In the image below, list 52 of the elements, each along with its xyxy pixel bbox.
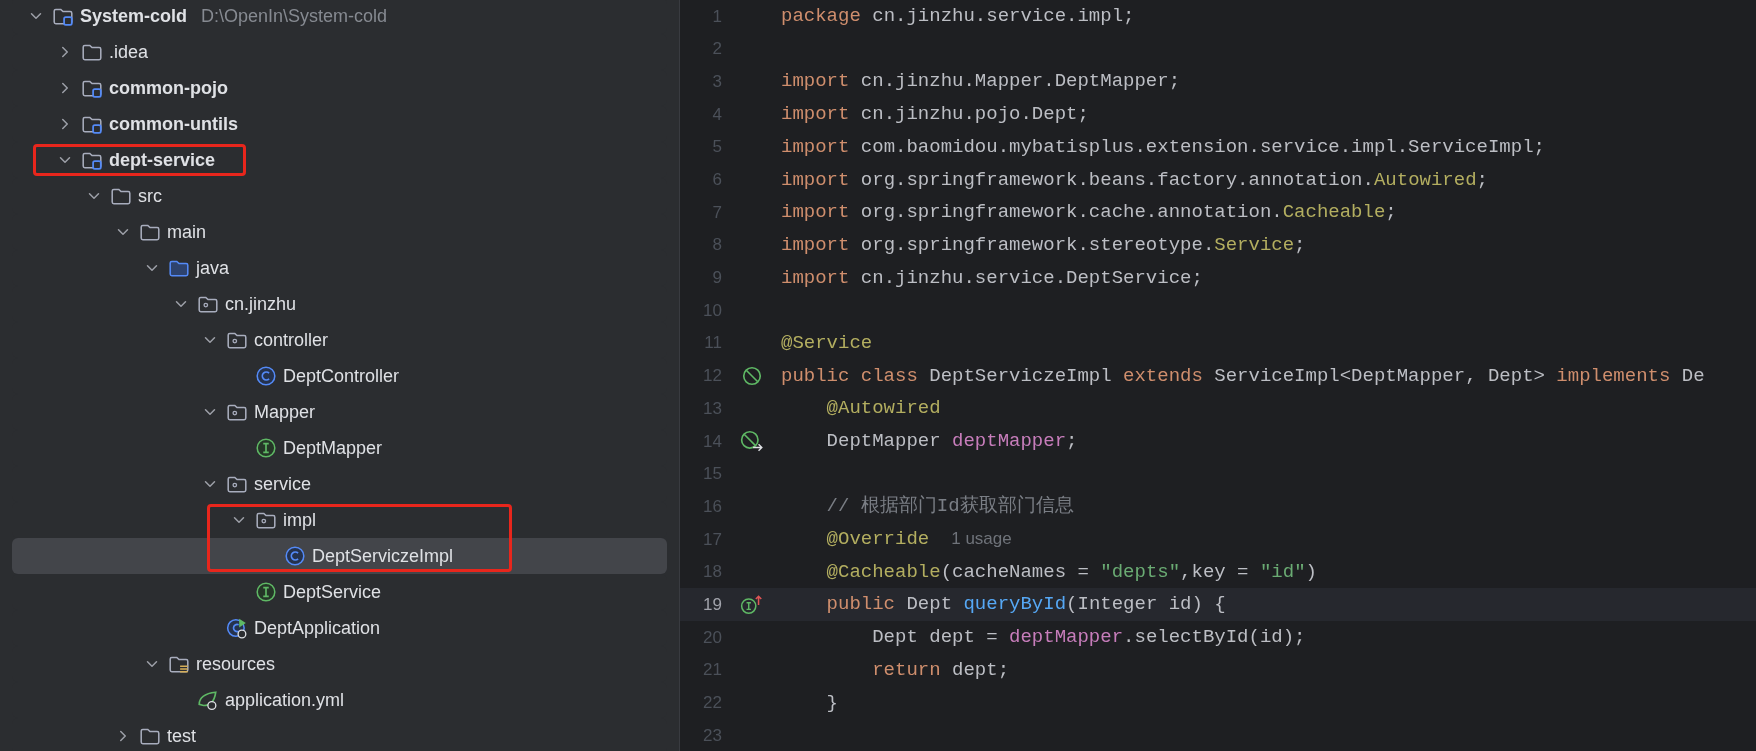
code-line: import com.baomidou.mybatisplus.extension.service.impl.ServiceImpl; [781, 134, 1545, 160]
tree-item-label: System-cold [80, 4, 188, 28]
tree-item-label: impl [283, 508, 316, 532]
tree-item-label: .idea [109, 40, 149, 64]
tree-item-label: common-untils [109, 112, 238, 136]
code-line: public class DeptServiczeImpl extends ServiceImpl<DeptMapper, Dept> implements De [781, 363, 1705, 389]
line-number: 19 [702, 593, 722, 616]
tree-item-label: Mapper [254, 400, 316, 424]
bean-icon[interactable] [740, 364, 763, 387]
tree-item-label: java [196, 256, 230, 280]
bean-arrow-icon[interactable] [739, 430, 764, 453]
class-icon [255, 365, 277, 387]
code-line: @Service [781, 330, 873, 356]
code-line: package cn.jinzhu.service.impl; [781, 4, 1135, 30]
tree-item-label: src [138, 184, 162, 208]
code-line: import org.springframework.cache.annotation.Cacheable; [781, 200, 1397, 226]
class-icon [284, 545, 306, 567]
implements-icon[interactable] [739, 593, 764, 616]
tree-item-label: controller [254, 328, 329, 352]
code-line: public Dept queryById(Integer id) { [825, 592, 1226, 618]
code-line: @Override 1 usage [825, 527, 1012, 553]
code-line: DeptMapper deptMapper; [825, 429, 1078, 455]
interface-icon [255, 581, 277, 603]
tree-item-label: test [167, 724, 196, 748]
config-leaf-icon [197, 689, 219, 711]
code-line: return dept; [871, 657, 1010, 683]
tree-row[interactable]: DeptServiczeImpl [12, 538, 667, 574]
code-line: import cn.jinzhu.pojo.Dept; [781, 102, 1089, 128]
tree-item-label: DeptApplication [254, 616, 381, 640]
tree-item-label: DeptController [283, 364, 400, 388]
code-line: import org.springframework.stereotype.Service; [781, 232, 1306, 258]
code-line: } [825, 690, 838, 716]
tree-item-label: DeptService [283, 580, 382, 604]
tree-item-label: cn.jinzhu [225, 292, 297, 316]
interface-icon [255, 437, 277, 459]
code-line: import cn.jinzhu.service.DeptService; [781, 265, 1203, 291]
tree-item-label: DeptMapper [283, 436, 383, 460]
tree-item-label: DeptServiczeImpl [312, 544, 454, 568]
project-path: D:\OpenIn\System-cold [201, 4, 388, 28]
tree-item-label: main [167, 220, 206, 244]
tree-item-label: common-pojo [109, 76, 228, 100]
tree-item-label: application.yml [225, 688, 345, 712]
tree-item-label: service [254, 472, 311, 496]
code-line: @Autowired [825, 396, 941, 422]
code-line: // 根据部门Id获取部门信息 [825, 494, 1074, 520]
tree-item-label: dept-service [109, 148, 216, 172]
tree-item-label: resources [196, 652, 276, 676]
code-line: @Cacheable(cacheNames = "depts",key = "id") [825, 559, 1317, 585]
code-line: import org.springframework.beans.factory.annotation.Autowired; [781, 167, 1488, 193]
code-line: import cn.jinzhu.Mapper.DeptMapper; [781, 69, 1181, 95]
code-line: Dept dept = deptMapper.selectById(id); [871, 625, 1306, 651]
run-class-icon [226, 617, 248, 639]
